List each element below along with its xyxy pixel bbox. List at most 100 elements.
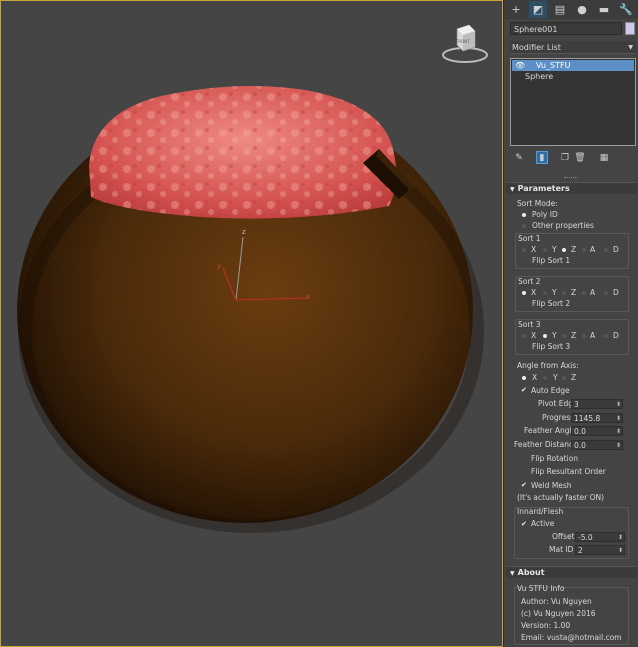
modifier-stack[interactable]: 👁 Vu_STFU Sphere [510, 58, 636, 146]
sort3-a-radio[interactable] [582, 334, 586, 338]
create-icon[interactable]: + [507, 1, 525, 18]
gizmo-y-label: y [217, 262, 222, 270]
sort3-y-radio[interactable] [543, 334, 547, 338]
sort3-x-label: X [531, 331, 537, 340]
pivot-edge-value: 3 [574, 400, 579, 409]
about-info-group: Vu STFU Info Author: Vu Nguyen (c) Vu Ng… [514, 584, 629, 645]
sort2-x-radio[interactable] [522, 291, 526, 295]
sort2-group: Sort 2 X Y Z A D Flip Sort 2 [515, 276, 629, 312]
modify-icon[interactable]: ◩ [529, 1, 547, 18]
poly-id-label: Poly ID [532, 210, 558, 219]
view-cube[interactable]: FRONT [439, 23, 491, 67]
sort3-group: Sort 3 X Y Z A D Flip Sort 3 [515, 319, 629, 355]
sort3-d-label: D [613, 331, 619, 340]
show-end-result-icon[interactable]: ▮ [536, 151, 548, 164]
sort1-x-radio[interactable] [522, 248, 526, 252]
progress-spinner[interactable]: 1145.8 ⬍ [571, 413, 623, 423]
spinner-arrows-icon[interactable]: ⬍ [618, 533, 623, 542]
spinner-arrows-icon[interactable]: ⬍ [616, 400, 621, 409]
stack-item-vu-stfu[interactable]: 👁 Vu_STFU [512, 60, 634, 71]
utilities-icon[interactable]: 🔧 [617, 1, 635, 18]
angle-z-label: Z [571, 373, 577, 382]
about-rollout-header[interactable]: ▼ About [506, 566, 637, 578]
other-properties-radio[interactable] [522, 224, 526, 228]
sort2-title: Sort 2 [518, 277, 541, 286]
angle-x-radio[interactable] [522, 376, 526, 380]
motion-icon[interactable]: ● [573, 1, 591, 18]
configure-modifier-sets-icon[interactable]: ▦ [598, 151, 610, 164]
flip-sort1-checkbox[interactable] [522, 257, 529, 264]
parameters-rollout: Sort Mode: Poly ID Other properties Sort… [506, 195, 637, 561]
hierarchy-icon[interactable]: ▤ [551, 1, 569, 18]
active-checkbox[interactable]: ✔ [521, 521, 528, 528]
sort1-d-radio[interactable] [604, 248, 608, 252]
flip-rotation-checkbox[interactable] [521, 456, 528, 463]
sort2-y-radio[interactable] [543, 291, 547, 295]
parameters-rollout-title: Parameters [517, 184, 570, 193]
spinner-arrows-icon[interactable]: ⬍ [618, 546, 623, 555]
sort3-z-radio[interactable] [562, 334, 566, 338]
weld-mesh-note: (It's actually faster ON) [517, 493, 605, 502]
sort1-x-label: X [531, 245, 537, 254]
flip-resultant-checkbox[interactable] [521, 469, 528, 476]
panel-divider-grip[interactable] [564, 177, 578, 180]
offset-spinner[interactable]: -5.0 ⬍ [575, 532, 625, 542]
flip-rotation-label: Flip Rotation [531, 454, 578, 463]
angle-from-axis-label: Angle from Axis: [517, 361, 579, 370]
spinner-arrows-icon[interactable]: ⬍ [616, 427, 621, 436]
object-color-swatch[interactable] [625, 22, 635, 35]
flip-resultant-label: Flip Resultant Order [531, 467, 606, 476]
mat-id-spinner[interactable]: 2 ⬍ [575, 545, 625, 555]
pin-stack-icon[interactable]: ✎ [513, 151, 525, 164]
poly-id-radio[interactable] [522, 213, 526, 217]
flip-sort2-checkbox[interactable] [522, 300, 529, 307]
stack-toolbar: ✎ ▮ ❐ 🗑 ▦ [510, 151, 636, 165]
auto-edge-checkbox[interactable]: ✔ [521, 387, 528, 394]
delete-modifier-icon[interactable]: 🗑 [574, 151, 586, 164]
sort2-z-radio[interactable] [562, 291, 566, 295]
other-properties-label: Other properties [532, 221, 594, 230]
feather-angle-spinner[interactable]: 0.0 ⬍ [571, 426, 623, 436]
sort2-z-label: Z [571, 288, 577, 297]
display-icon[interactable]: ▬ [595, 1, 613, 18]
angle-y-radio[interactable] [543, 376, 547, 380]
stack-item-sphere[interactable]: Sphere [512, 71, 634, 82]
spinner-arrows-icon[interactable]: ⬍ [616, 441, 621, 450]
parameters-rollout-header[interactable]: ▼ Parameters [506, 182, 637, 194]
chevron-down-icon: ▼ [628, 44, 633, 51]
modifier-list-label: Modifier List [512, 43, 561, 52]
feather-distance-spinner[interactable]: 0.0 ⬍ [571, 440, 623, 450]
about-author: Author: Vu Nguyen [521, 597, 592, 606]
command-panel-tabs: + ◩ ▤ ● ▬ 🔧 [504, 0, 638, 19]
perspective-viewport[interactable]: z x y FRONT [0, 0, 503, 647]
flip-sort3-label: Flip Sort 3 [532, 342, 571, 351]
eye-icon[interactable]: 👁 [515, 60, 525, 71]
flip-sort3-checkbox[interactable] [522, 343, 529, 350]
weld-mesh-label: Weld Mesh [531, 481, 572, 490]
make-unique-icon[interactable]: ❐ [559, 151, 571, 164]
sort2-d-label: D [613, 288, 619, 297]
sort1-a-radio[interactable] [582, 248, 586, 252]
angle-x-label: X [532, 373, 538, 382]
modifier-list-dropdown[interactable]: Modifier List ▼ [510, 41, 636, 54]
feather-angle-value: 0.0 [574, 427, 586, 436]
innard-flesh-title: Innard/Flesh [517, 507, 564, 516]
mat-id-label: Mat ID [549, 545, 574, 554]
innard-flesh-group: Innard/Flesh ✔ Active Offset -5.0 ⬍ Mat I… [514, 507, 629, 559]
feather-distance-label: Feather Distance [514, 440, 578, 449]
about-rollout-title: About [517, 568, 545, 577]
weld-mesh-checkbox[interactable]: ✔ [521, 482, 528, 489]
sort3-z-label: Z [571, 331, 577, 340]
command-panel: + ◩ ▤ ● ▬ 🔧 Sphere001 Modifier List ▼ 👁 … [503, 0, 638, 647]
sort2-a-radio[interactable] [582, 291, 586, 295]
sort1-z-radio[interactable] [562, 248, 566, 252]
about-copyright: (c) Vu Nguyen 2016 [521, 609, 596, 618]
angle-z-radio[interactable] [562, 376, 566, 380]
object-name-field[interactable]: Sphere001 [510, 22, 622, 35]
sort2-d-radio[interactable] [604, 291, 608, 295]
sort3-d-radio[interactable] [604, 334, 608, 338]
spinner-arrows-icon[interactable]: ⬍ [616, 414, 621, 423]
pivot-edge-spinner[interactable]: 3 ⬍ [571, 399, 623, 409]
sort1-y-radio[interactable] [543, 248, 547, 252]
sort3-x-radio[interactable] [522, 334, 526, 338]
